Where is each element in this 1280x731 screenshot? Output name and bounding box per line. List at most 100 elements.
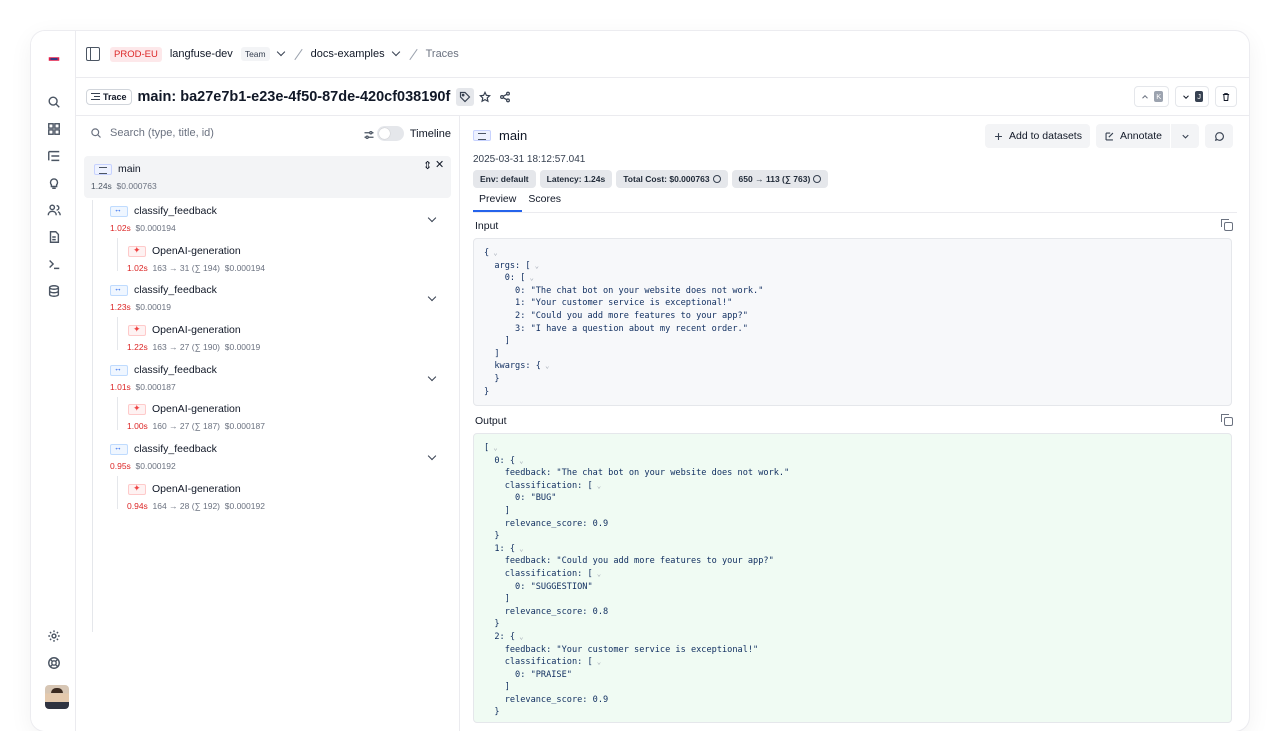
tokens-pill[interactable]: 650 → 113 (∑ 763) [731,170,829,188]
next-trace-button[interactable]: J [1175,86,1209,107]
annotate-button[interactable]: Annotate [1095,124,1170,148]
generation-icon [128,483,146,495]
comments-button[interactable] [1205,124,1233,148]
fold-chevron-icon[interactable]: ⌄ [489,444,497,452]
tree-node-generation[interactable]: OpenAI-generation [128,483,241,495]
users-icon[interactable] [44,200,64,220]
expand-collapse-icon[interactable]: ⇕ [423,159,432,172]
trace-badge-label: Trace [103,91,127,102]
fold-chevron-icon[interactable]: ⌄ [541,362,549,370]
settings-icon[interactable] [44,626,64,646]
fold-chevron-icon[interactable]: ⌄ [489,249,497,257]
chevron-down-icon[interactable] [427,292,437,302]
sidebar-toggle-icon[interactable] [86,47,100,61]
code-line: 0: "SUGGESTION" [484,581,593,592]
tab-preview[interactable]: Preview [473,189,523,212]
tree-node-span[interactable]: classify_feedback [110,443,217,455]
timeline-toggle[interactable]: Timeline [376,126,451,141]
tree-search[interactable]: Search (type, title, id) [90,127,214,139]
tab-scores[interactable]: Scores [522,189,567,212]
traces-icon[interactable] [44,146,64,166]
fold-chevron-icon[interactable]: ⌄ [515,545,523,553]
chevron-down-icon [1181,134,1189,139]
code-line: 0: [ ⌄ [484,273,534,284]
tree-guide [117,476,118,509]
logo-icon[interactable] [44,49,64,69]
node-cost: $0.000192 [135,461,176,471]
terminal-icon[interactable] [44,254,64,274]
env-badge: PROD-EU [110,46,162,62]
tree-node-span[interactable]: classify_feedback [110,284,217,296]
input-label: Input [475,220,499,232]
prev-shortcut: K [1154,91,1164,102]
fold-chevron-icon[interactable]: ⌄ [593,482,601,490]
chevron-down-icon[interactable] [427,213,437,223]
collapse-all-icon[interactable]: ✕ [435,158,444,171]
lightbulb-icon[interactable] [44,173,64,193]
add-to-datasets-button[interactable]: Add to datasets [984,124,1090,148]
fold-chevron-icon[interactable]: ⌄ [525,274,534,282]
fold-chevron-icon[interactable]: ⌄ [531,262,539,270]
copy-icon[interactable] [1221,219,1233,231]
tree-node-span[interactable]: classify_feedback [110,364,217,376]
tree-node-root[interactable]: main [94,163,141,175]
prompts-icon[interactable] [44,227,64,247]
tree-node-generation[interactable]: OpenAI-generation [128,324,241,336]
share-icon[interactable] [496,88,514,106]
span-icon [110,364,128,376]
copy-icon[interactable] [1221,414,1233,426]
annotate-group: Annotate [1095,124,1199,148]
node-meta: 1.22s 163 → 27 (∑ 190) $0.00019 [127,342,260,352]
previous-trace-button[interactable]: K [1134,86,1170,107]
project-name[interactable]: docs-examples [311,48,385,60]
detail-title-text: main [499,128,528,143]
org-name[interactable]: langfuse-dev [170,48,233,60]
delete-button[interactable] [1215,86,1237,107]
tag-icon[interactable] [456,87,475,106]
node-cost: $0.000194 [135,223,176,233]
fold-chevron-icon[interactable]: ⌄ [515,457,523,465]
search-icon[interactable] [44,92,64,112]
fold-chevron-icon[interactable]: ⌄ [593,658,601,666]
timeline-switch[interactable] [376,126,404,141]
filter-settings-icon[interactable] [363,128,375,146]
avatar[interactable] [45,685,69,709]
cost-pill[interactable]: Total Cost: $0.000763 [616,170,728,188]
trace-type-icon [473,130,491,141]
tree-node-generation[interactable]: OpenAI-generation [128,403,241,415]
code-line: } [484,619,500,630]
node-name: main [118,163,141,176]
search-input[interactable]: Search (type, title, id) [110,127,214,139]
dashboard-icon[interactable] [44,119,64,139]
trace-navigation: K J [1134,86,1237,107]
code-line: [ ⌄ [484,443,498,453]
chevron-down-icon[interactable] [427,451,437,461]
breadcrumb-separator [293,48,303,60]
span-icon [110,443,128,455]
plus-icon [995,132,1002,140]
chevron-down-icon[interactable] [427,372,437,382]
chevron-down-icon[interactable] [276,47,285,57]
code-line: ] [484,594,510,605]
fold-chevron-icon[interactable]: ⌄ [593,570,601,578]
output-json-viewer[interactable]: [ ⌄ 0: { ⌄ feedback: "The chat bot on yo… [473,433,1232,723]
code-line: 2: { ⌄ [484,631,524,642]
node-name: classify_feedback [134,205,217,218]
node-name: OpenAI-generation [152,245,241,258]
app-window: PROD-EU langfuse-dev Team docs-examples … [31,31,1249,731]
fold-chevron-icon[interactable]: ⌄ [515,633,523,641]
code-line: kwargs: { ⌄ [484,361,550,372]
tree-node-span[interactable]: classify_feedback [110,205,217,217]
support-icon[interactable] [44,653,64,673]
breadcrumb-traces[interactable]: Traces [426,48,459,60]
node-name: classify_feedback [134,364,217,377]
annotate-dropdown-button[interactable] [1171,124,1199,148]
star-icon[interactable] [476,88,494,106]
trace-tree-panel: Search (type, title, id) Timeline main 1… [76,116,460,731]
database-icon[interactable] [44,281,64,301]
input-json-viewer[interactable]: { ⌄ args: [ ⌄ 0: [ ⌄ 0: "The chat bot on… [473,238,1232,406]
node-latency: 1.00s [127,421,148,431]
tree-node-generation[interactable]: OpenAI-generation [128,245,241,257]
chevron-down-icon[interactable] [391,47,400,57]
edit-icon [1105,132,1114,140]
